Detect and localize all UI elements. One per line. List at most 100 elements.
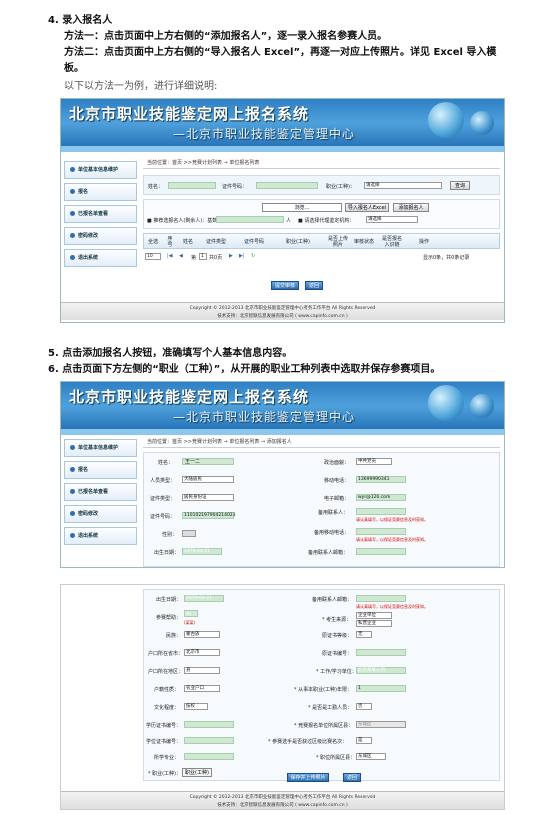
job-district-select[interactable]: 东城区 [356,753,386,760]
main-panel: 当前位置：首页 >>竞赛计划列表 → 单位报名列表 → 添加报名人 姓名： 王一… [143,436,500,567]
import-excel-button[interactable]: 导入报名人Excel [345,203,389,212]
id-number-input[interactable]: 110102197904214023 [182,512,236,519]
id-type-select[interactable]: 居民身份证 [182,494,234,501]
globe-small-icon [470,394,494,418]
last-page-icon[interactable]: ▶| [239,253,245,259]
field-label: 所学专业： [154,755,180,761]
field-label: 姓名： [158,460,174,466]
quota-text: ■ 推荐选报名人(剩余人)：基数： [147,218,223,224]
province-select[interactable]: 北京市 [184,649,220,656]
globe-small-icon [470,111,494,135]
birth-date-input[interactable]: 1979-04-21 [182,548,222,555]
major-input[interactable] [184,753,234,760]
field-label: 证件类型： [150,496,176,502]
mobile-input[interactable]: 13699990341 [356,476,406,483]
sidebar-item-registered-list[interactable]: 已报名单查看 [64,205,137,223]
sidebar-item-logout[interactable]: 退出系统 [64,527,137,545]
prev-page-icon[interactable]: ◀ [179,253,183,259]
sidebar-item-register[interactable]: 报名 [64,461,137,479]
political-status-select[interactable]: 中共党员 [356,458,392,465]
quota-unit: 人 [286,218,292,224]
field-label: 政治面貌： [324,460,350,466]
district-select[interactable]: 县 [184,667,220,674]
email-input[interactable]: wyr@126.com [356,494,406,501]
field-label: 出生日期： [154,550,180,556]
name-input[interactable]: 王一二 [182,458,234,465]
gender-select[interactable] [182,530,196,537]
first-page-icon[interactable]: |◀ [167,253,173,259]
field-label: 备用联系人： [318,510,349,516]
field-label: * 考生来源： [322,617,352,623]
source-subtype-select[interactable]: 私营企业 [356,620,392,627]
registrant-form-bottom: 出生日期： 1979-04-21 参赛帮助： (如：) (某某) 民族： 蒙古族… [143,589,500,781]
bullet-icon [70,445,75,450]
prior-award-select[interactable]: 是 [356,737,372,744]
col-id-number: 证件号码 [243,239,264,245]
years-input[interactable]: 1 [356,685,406,692]
ethnicity-select[interactable]: 蒙古族 [184,631,220,638]
backup-email-input[interactable] [356,595,406,602]
site-footer: Copyright © 2012-2013 北京市职业技能鉴定管理中心考务工作平… [61,302,504,320]
field-label: 参赛帮助： [156,615,182,621]
site-banner: 北京市职业技能鉴定网上报名系统 —北京市职业技能鉴定管理中心 [61,99,504,152]
job-select[interactable]: 请选择 [364,182,442,189]
hint-text: 请认真填写，以保证竞赛信息及时获知。 [356,537,428,542]
step4-heading: 4. 录入报名人 [48,15,113,26]
page-number-input[interactable]: 1 [199,253,207,260]
add-registrant-screenshot: 北京市职业技能鉴定网上报名系统 —北京市职业技能鉴定管理中心 单位基本信息维护 … [60,381,505,568]
main-panel: 当前位置：首页 >>竞赛计划列表 → 单位报名列表 姓名： 证件号码： 职业(工… [143,157,500,297]
col-select-all[interactable]: 全选 [146,239,160,245]
col-id-type: 证件类型 [205,239,226,245]
field-label: 户口所在省市： [148,651,184,657]
source-select[interactable]: 企业单位 [356,612,392,619]
query-button[interactable]: 查询 [450,181,470,190]
save-upload-photo-button[interactable]: 保存并上传照片 [287,773,329,782]
person-type-select[interactable]: 大陆居民 [182,476,234,483]
birth-date-input[interactable]: 1979-04-21 [184,595,224,602]
quota-field [216,216,284,223]
name-input[interactable] [168,182,216,189]
next-page-icon[interactable]: ▶ [229,253,233,259]
degree-number-input[interactable] [184,737,234,744]
agency-select[interactable]: 请选择 [366,216,418,223]
back-button[interactable]: 返回 [343,773,361,782]
field-label: * 工作/学习单位： [316,669,357,675]
service-staff-select[interactable]: 否 [356,703,372,710]
browse-button[interactable]: 浏览... [262,203,342,212]
submit-review-button[interactable]: 提交审核 [271,281,299,290]
bullet-icon [70,467,75,472]
job-select-button[interactable]: 职业(工种) [182,768,212,777]
sidebar-item-logout[interactable]: 退出系统 [64,249,137,267]
sidebar-item-registered-list[interactable]: 已报名单查看 [64,483,137,501]
employer-input[interactable]: 北京某某公司 [356,667,406,674]
globe-icon [428,385,464,421]
backup-mobile-input[interactable] [356,528,406,535]
page-size-select[interactable]: 10 [145,253,161,260]
unit-district-select[interactable]: 东城区 [356,721,406,728]
sidebar-item-register[interactable]: 报名 [64,183,137,201]
field-label: 人员类型： [150,478,176,484]
method-two-text: 方法二：点击页面中上方右侧的“导入报名人 Excel”，再逐一对应上传照片。详见… [64,47,497,58]
add-registrant-button[interactable]: 添加报名人 [393,203,429,212]
sidebar-item-unit-info[interactable]: 单位基本信息维护 [64,161,137,179]
cert-number-input[interactable] [356,649,406,656]
field-label: 原证书等级： [322,633,353,639]
footer-support: 技术支持：北京智联信息发展有限公司 ( www.capinfo.com.cn ) [217,314,348,319]
name-label: 姓名： [148,184,164,190]
cert-level-select[interactable]: 无 [356,631,372,638]
backup-email-input[interactable] [356,548,406,555]
id-input[interactable] [256,182,318,189]
sidebar-item-password[interactable]: 密码修改 [64,505,137,523]
backup-contact-input[interactable] [356,508,406,515]
field-label: * 从事本职业(工种)年限： [294,687,352,693]
help-field[interactable]: (如：) [184,610,198,617]
site-subtitle: —北京市职业技能鉴定管理中心 [173,410,356,424]
sidebar-item-password[interactable]: 密码修改 [64,227,137,245]
back-button[interactable]: 返回 [305,281,323,290]
refresh-icon[interactable]: ↻ [251,253,255,259]
sidebar-item-unit-info[interactable]: 单位基本信息维护 [64,439,137,457]
household-type-select[interactable]: 农业户口 [184,685,220,692]
education-select[interactable]: 技校 [184,703,208,710]
col-job: 职业(工种) [286,239,310,245]
diploma-number-input[interactable] [184,721,234,728]
